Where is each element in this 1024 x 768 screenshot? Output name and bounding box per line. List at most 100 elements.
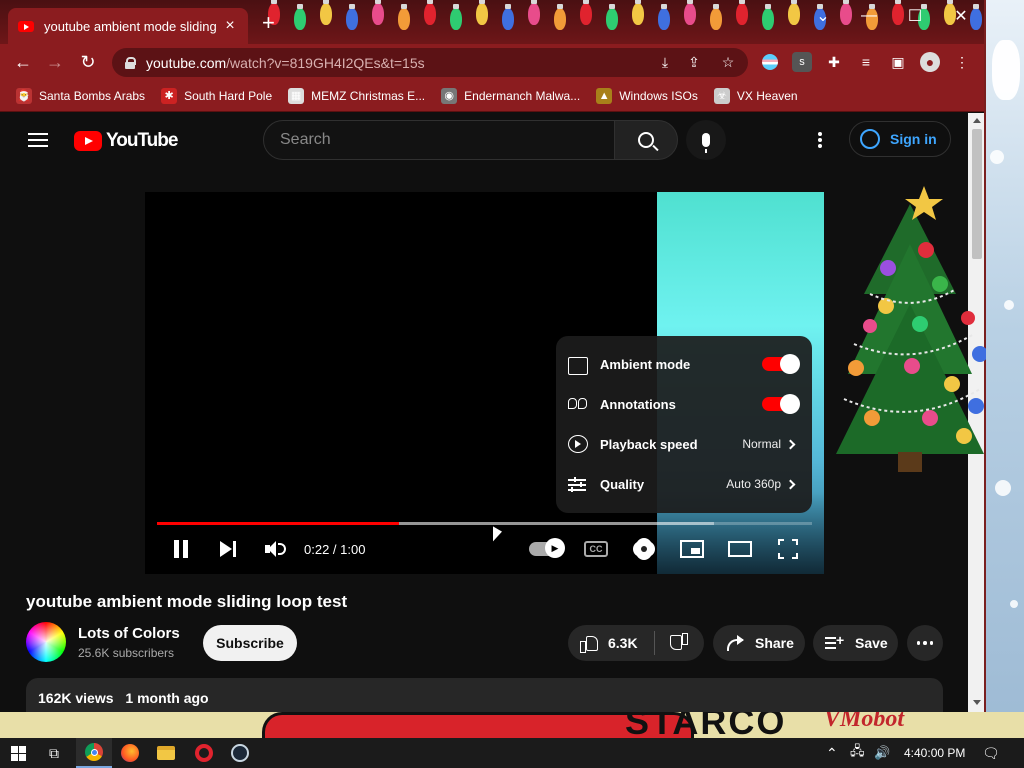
close-window-button[interactable]: ✕: [938, 0, 984, 32]
puzzle-icon[interactable]: ✚: [824, 52, 844, 72]
sign-in-button[interactable]: Sign in: [849, 121, 951, 157]
captions-icon: CC: [584, 541, 608, 557]
captions-button[interactable]: CC: [584, 536, 608, 562]
menu-item-ambient-mode[interactable]: Ambient mode: [556, 344, 812, 384]
forward-button[interactable]: →: [42, 50, 68, 74]
minimize-button[interactable]: —: [846, 0, 892, 32]
channel-name[interactable]: Lots of Colors: [78, 625, 180, 642]
bookmark-item[interactable]: ◉ Endermanch Malwa...: [441, 87, 580, 104]
scroll-up-arrow[interactable]: [973, 118, 981, 123]
snowflake: [1004, 300, 1014, 310]
dislike-button[interactable]: [655, 634, 703, 652]
start-button[interactable]: [0, 738, 36, 768]
bookmark-label: MEMZ Christmas E...: [311, 88, 426, 103]
sidepanel-icon[interactable]: ▣: [888, 52, 908, 72]
media-icon[interactable]: ≡: [856, 52, 876, 72]
chrome-icon[interactable]: [76, 738, 112, 768]
youtube-logo[interactable]: YouTube: [74, 130, 178, 152]
share-arrow-icon: [725, 635, 745, 651]
pause-button[interactable]: [169, 536, 193, 562]
bookmark-label: South Hard Pole: [184, 88, 273, 103]
share-icon[interactable]: ⇪: [684, 52, 704, 72]
light-bulb: [528, 0, 540, 25]
bookmark-item[interactable]: ✱ South Hard Pole: [161, 87, 273, 104]
chest-icon: ▲: [596, 87, 613, 104]
time-display: 0:22 / 1:00: [304, 541, 366, 557]
firefox-icon[interactable]: [112, 738, 148, 768]
maximize-button[interactable]: ☐: [892, 0, 938, 32]
chevron-up-icon[interactable]: ⌃: [826, 738, 838, 768]
install-icon[interactable]: ⤓: [655, 52, 675, 72]
voice-search-button[interactable]: [686, 120, 726, 160]
menu-item-playback-speed[interactable]: Playback speed Normal: [556, 424, 812, 464]
annotations-toggle[interactable]: [762, 394, 800, 414]
miniplayer-button[interactable]: [679, 536, 705, 562]
reload-button[interactable]: ↻: [75, 50, 101, 74]
more-actions-button[interactable]: [907, 625, 943, 661]
light-bulb: [450, 4, 462, 30]
browser-toolbar: ← → ↻ youtube.com /watch?v=819GH4I2QEs&t…: [0, 44, 984, 80]
search-button[interactable]: [614, 120, 678, 160]
light-bulb: [502, 4, 514, 30]
task-view-icon[interactable]: ⧉: [36, 738, 72, 768]
tab-search-button[interactable]: ⌄: [800, 0, 846, 32]
bookmark-item[interactable]: ▲ Windows ISOs: [596, 87, 698, 104]
scroll-down-arrow[interactable]: [973, 700, 981, 705]
s-extension-icon[interactable]: s: [792, 52, 812, 72]
opera-icon[interactable]: [186, 738, 222, 768]
volume-button[interactable]: [262, 536, 290, 562]
microphone-icon: [702, 133, 710, 153]
save-button[interactable]: Save: [813, 625, 898, 661]
flag-extension-icon[interactable]: [760, 52, 780, 72]
star-bookmark-icon: ✱: [161, 87, 178, 104]
network-icon[interactable]: 🖧: [850, 738, 865, 768]
volume-icon[interactable]: 🔊: [874, 738, 890, 768]
share-label: Share: [755, 635, 794, 651]
settings-kebab-icon[interactable]: [818, 132, 822, 148]
progress-bar[interactable]: [157, 522, 812, 525]
address-bar[interactable]: youtube.com /watch?v=819GH4I2QEs&t=15s ⤓…: [112, 48, 748, 77]
ornament: [864, 410, 880, 426]
active-tab[interactable]: youtube ambient mode sliding loop test ×: [8, 8, 248, 44]
new-tab-button[interactable]: +: [262, 12, 275, 34]
star-icon[interactable]: ☆: [718, 52, 738, 72]
light-bulb: [476, 0, 488, 25]
steam-icon[interactable]: [222, 738, 258, 768]
tree-trunk: [898, 452, 922, 472]
lock-icon[interactable]: [124, 56, 136, 69]
next-button[interactable]: [216, 536, 240, 562]
theater-mode-button[interactable]: [727, 536, 753, 562]
menu-item-quality[interactable]: Quality Auto 360p: [556, 464, 812, 504]
fullscreen-button[interactable]: [776, 536, 800, 562]
light-bulb: [372, 0, 384, 25]
autoplay-icon: [529, 538, 565, 558]
bookmark-item[interactable]: 🎅 Santa Bombs Arabs: [16, 87, 145, 104]
cartoon-shirt: STARCO: [262, 712, 784, 738]
back-button[interactable]: ←: [10, 50, 36, 74]
profile-icon[interactable]: ●: [920, 52, 940, 72]
notification-icon[interactable]: 🗨: [982, 738, 1000, 768]
search-input[interactable]: Search: [263, 120, 615, 160]
menu-item-annotations[interactable]: Annotations: [556, 384, 812, 424]
explorer-icon[interactable]: [148, 738, 184, 768]
autoplay-toggle[interactable]: [528, 536, 565, 562]
bookmark-item[interactable]: ☣ VX Heaven: [713, 87, 798, 104]
description-box[interactable]: 162K views 1 month ago: [26, 678, 943, 712]
hamburger-menu-icon[interactable]: [28, 133, 48, 147]
clock[interactable]: 4:40:00 PM: [904, 738, 965, 768]
quality-icon: [568, 475, 588, 493]
like-button[interactable]: 6.3K: [568, 634, 654, 653]
share-button[interactable]: Share: [713, 625, 805, 661]
bookmark-item[interactable]: ▦ MEMZ Christmas E...: [288, 87, 426, 104]
menu-value: Normal: [742, 437, 781, 451]
light-bulb: [736, 0, 748, 25]
ambient-mode-toggle[interactable]: [762, 354, 800, 374]
video-player[interactable]: Ambient mode Annotations Playback speed …: [145, 192, 824, 574]
volume-icon: [265, 539, 287, 559]
tab-close-icon[interactable]: ×: [222, 17, 238, 35]
youtube-play-icon: [74, 131, 102, 151]
menu-icon[interactable]: ⋮: [952, 52, 972, 72]
subscribe-button[interactable]: Subscribe: [203, 625, 297, 661]
channel-avatar[interactable]: [26, 622, 66, 662]
settings-button[interactable]: [632, 536, 656, 562]
